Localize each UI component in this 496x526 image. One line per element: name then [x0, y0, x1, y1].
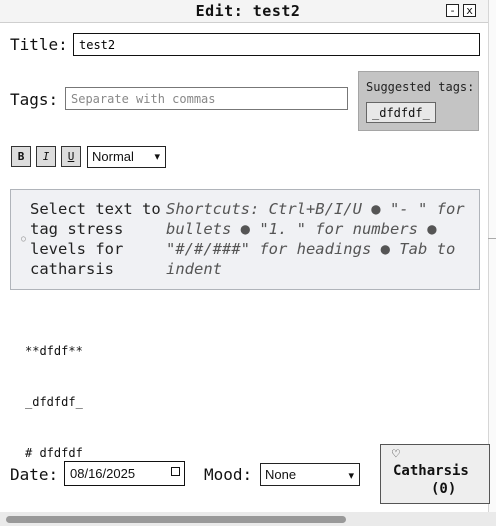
close-button[interactable]: x: [463, 4, 476, 17]
chevron-down-icon: ▾: [154, 151, 160, 163]
title-input[interactable]: [73, 33, 480, 56]
mood-label: Mood:: [204, 465, 253, 484]
suggested-tags-heading: Suggested tags:: [366, 80, 475, 94]
catharsis-count: (0): [431, 481, 457, 497]
scrollbar-thumb[interactable]: [6, 516, 346, 523]
horizontal-scrollbar[interactable]: [0, 512, 496, 526]
date-input[interactable]: 08/16/2025: [64, 461, 185, 486]
underline-button[interactable]: U: [61, 146, 81, 167]
tags-label: Tags:: [10, 90, 59, 109]
window-titlebar: Edit: test2 - x: [0, 0, 496, 23]
editor-line: _dfdfdf_: [25, 395, 83, 409]
hint-bullet-icon: ○: [21, 234, 26, 243]
bold-button[interactable]: B: [11, 146, 31, 167]
calendar-icon[interactable]: [171, 467, 180, 476]
suggested-tags-panel: Suggested tags: _dfdfdf_: [358, 71, 479, 131]
catharsis-button[interactable]: ♡ Catharsis (0): [380, 444, 490, 504]
mood-value: None: [265, 467, 297, 482]
title-label: Title:: [10, 35, 68, 54]
heart-icon: ♡: [392, 447, 400, 462]
suggested-tag-chip[interactable]: _dfdfdf_: [366, 102, 436, 123]
edge-divider: [488, 238, 496, 239]
text-style-select[interactable]: Normal ▾: [87, 146, 166, 168]
date-value: 08/16/2025: [70, 466, 136, 481]
catharsis-label: Catharsis: [393, 463, 469, 479]
window-title: Edit: test2: [195, 2, 301, 20]
tags-input[interactable]: [65, 87, 348, 110]
date-label: Date:: [10, 465, 59, 484]
italic-button[interactable]: I: [36, 146, 56, 167]
hint-instruction: Select text to tag stress levels for cat…: [30, 200, 161, 278]
editor-line: **dfdf**: [25, 344, 83, 358]
window-right-edge: [488, 0, 496, 512]
hint-shortcuts: Shortcuts: Ctrl+B/I/U ● "- " for bullets…: [166, 200, 465, 278]
text-style-value: Normal: [92, 149, 134, 164]
hint-box: ○ Select text to tag stress levels for c…: [10, 189, 480, 290]
chevron-down-icon: ▾: [348, 470, 354, 482]
mood-select[interactable]: None ▾: [260, 463, 360, 486]
minimize-button[interactable]: -: [446, 4, 459, 17]
